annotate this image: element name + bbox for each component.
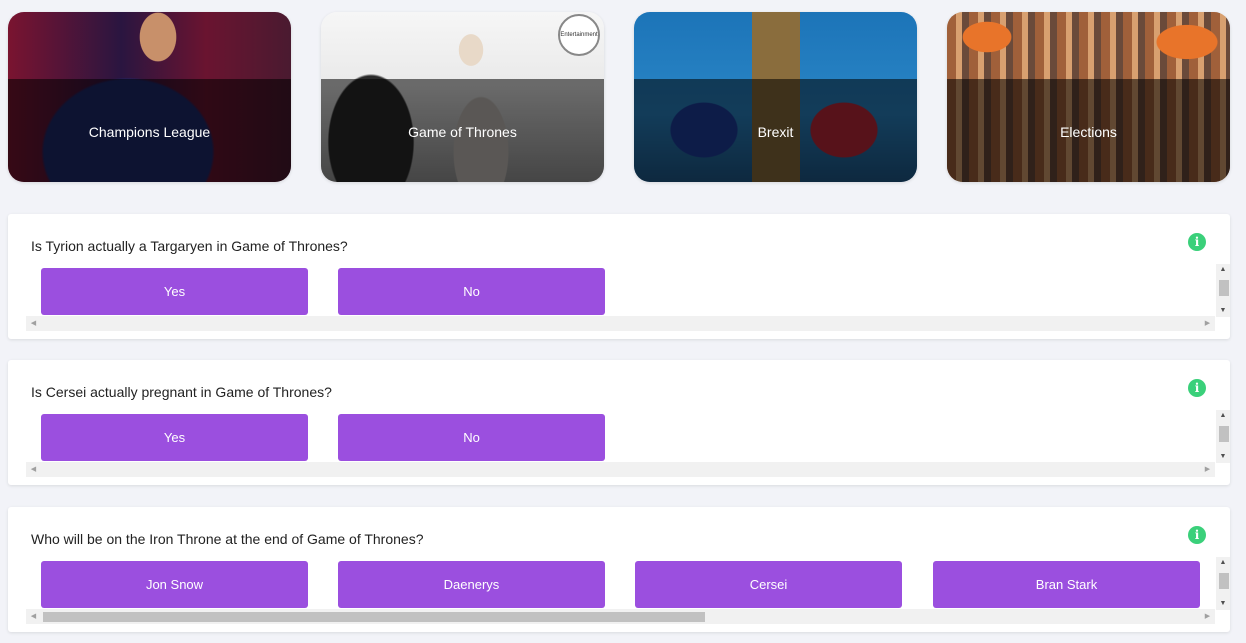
poll-question: Is Cersei actually pregnant in Game of T… (31, 384, 332, 400)
scroll-down-arrow-icon[interactable]: ▼ (1216, 451, 1230, 463)
option-button-yes[interactable]: Yes (41, 414, 308, 461)
topic-card-game-of-thrones[interactable]: Entertainment Game of Thrones (321, 12, 604, 182)
scroll-up-arrow-icon[interactable]: ▲ (1216, 410, 1230, 422)
option-button-no[interactable]: No (338, 414, 605, 461)
topic-label: Brexit (757, 124, 794, 140)
horizontal-scrollbar[interactable]: ◀ ▶ (26, 609, 1215, 624)
scroll-up-arrow-icon[interactable]: ▲ (1216, 264, 1230, 276)
entertainment-badge: Entertainment (558, 14, 600, 56)
horizontal-scrollbar[interactable]: ◀ ▶ (26, 316, 1215, 331)
option-button-yes[interactable]: Yes (41, 268, 308, 315)
horizontal-scrollbar[interactable]: ◀ ▶ (26, 462, 1215, 477)
option-button-jon-snow[interactable]: Jon Snow (41, 561, 308, 608)
vertical-scrollbar[interactable]: ▲ ▼ (1216, 410, 1230, 463)
option-button-daenerys[interactable]: Daenerys (338, 561, 605, 608)
poll-question: Is Tyrion actually a Targaryen in Game o… (31, 238, 348, 254)
scroll-right-arrow-icon[interactable]: ▶ (1200, 462, 1215, 477)
scroll-up-arrow-icon[interactable]: ▲ (1216, 557, 1230, 569)
info-icon[interactable]: i (1188, 526, 1206, 544)
topic-carousel: Champions League Entertainment Game of T… (8, 12, 1230, 182)
option-button-cersei[interactable]: Cersei (635, 561, 902, 608)
option-button-bran-stark[interactable]: Bran Stark (933, 561, 1200, 608)
topic-label: Elections (1060, 124, 1117, 140)
poll-card: Is Cersei actually pregnant in Game of T… (8, 360, 1230, 485)
scroll-thumb[interactable] (1219, 426, 1229, 442)
scroll-right-arrow-icon[interactable]: ▶ (1200, 316, 1215, 331)
scroll-right-arrow-icon[interactable]: ▶ (1200, 609, 1215, 624)
poll-card: Is Tyrion actually a Targaryen in Game o… (8, 214, 1230, 339)
poll-question: Who will be on the Iron Throne at the en… (31, 531, 424, 547)
option-button-no[interactable]: No (338, 268, 605, 315)
topic-card-elections[interactable]: Elections (947, 12, 1230, 182)
info-icon[interactable]: i (1188, 233, 1206, 251)
poll-card: Who will be on the Iron Throne at the en… (8, 507, 1230, 632)
scroll-left-arrow-icon[interactable]: ◀ (26, 316, 41, 331)
topic-label: Game of Thrones (408, 124, 517, 140)
scroll-thumb[interactable] (1219, 280, 1229, 296)
scroll-thumb[interactable] (43, 612, 705, 622)
scroll-down-arrow-icon[interactable]: ▼ (1216, 598, 1230, 610)
scroll-down-arrow-icon[interactable]: ▼ (1216, 305, 1230, 317)
topic-card-brexit[interactable]: Brexit (634, 12, 917, 182)
vertical-scrollbar[interactable]: ▲ ▼ (1216, 557, 1230, 610)
scroll-thumb[interactable] (1219, 573, 1229, 589)
topic-card-champions-league[interactable]: Champions League (8, 12, 291, 182)
scroll-left-arrow-icon[interactable]: ◀ (26, 609, 41, 624)
scroll-left-arrow-icon[interactable]: ◀ (26, 462, 41, 477)
info-icon[interactable]: i (1188, 379, 1206, 397)
topic-label: Champions League (88, 124, 211, 140)
vertical-scrollbar[interactable]: ▲ ▼ (1216, 264, 1230, 317)
